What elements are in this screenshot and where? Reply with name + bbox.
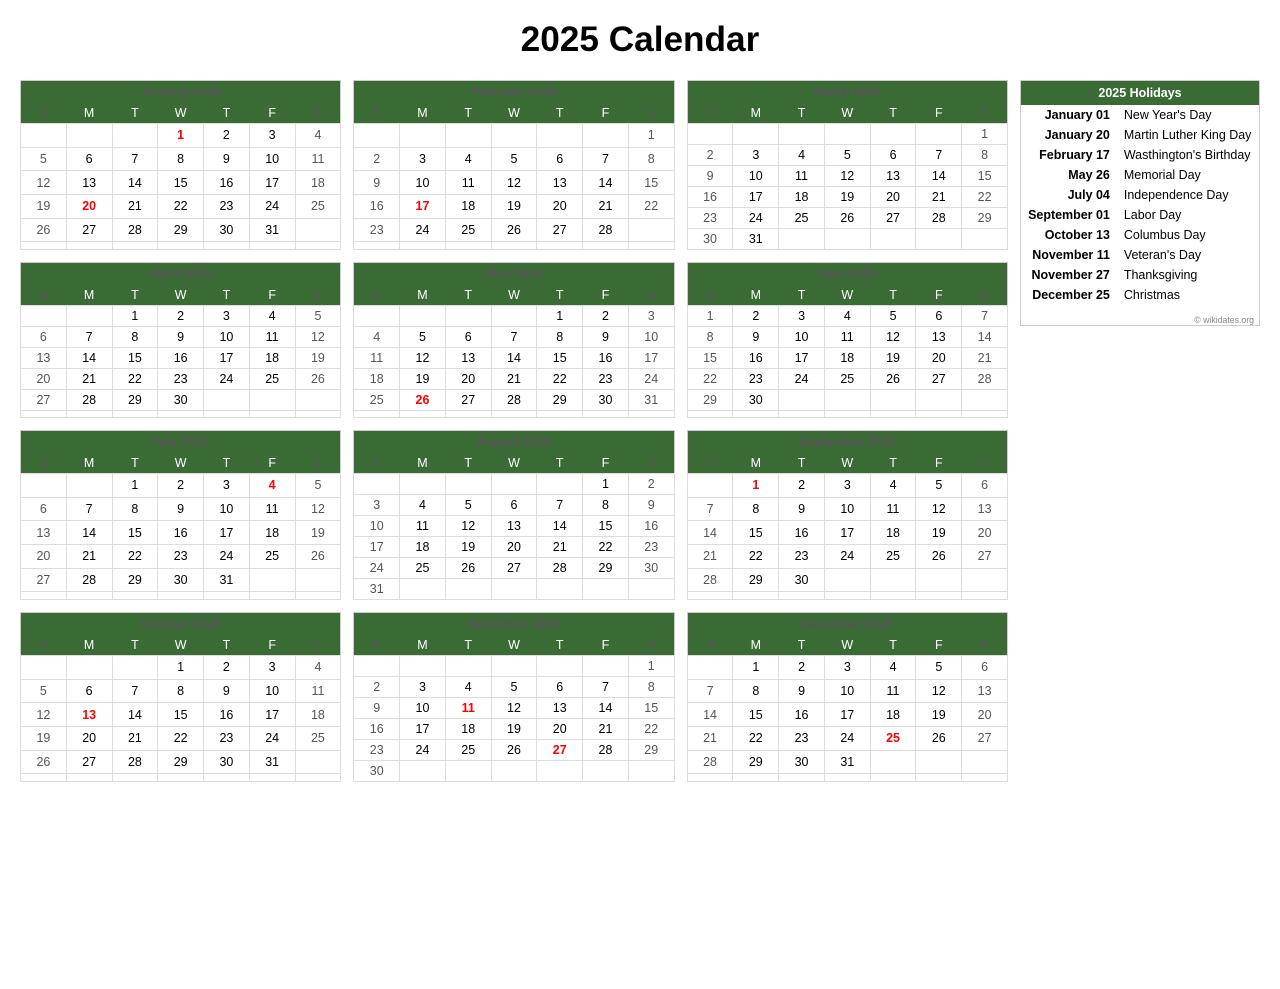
holiday-name: Independence Day (1118, 185, 1259, 205)
holiday-row: September 01Labor Day (1021, 205, 1259, 225)
september-calendar: September 2025 S M T W T F S 1 2 3 4 (687, 430, 1008, 600)
holiday-date: November 27 (1021, 265, 1118, 285)
holiday-row: July 04Independence Day (1021, 185, 1259, 205)
january-calendar: January 2025 S M T W T F S 1 2 (20, 80, 341, 250)
holiday-name: Labor Day (1118, 205, 1259, 225)
holiday-name: Columbus Day (1118, 225, 1259, 245)
page-title: 2025 Calendar (20, 20, 1260, 60)
may-calendar: May 2025 S M T W T F S 1 (353, 262, 674, 418)
holiday-date: January 20 (1021, 125, 1118, 145)
calendars-grid: January 2025 S M T W T F S 1 2 (20, 80, 1008, 782)
holidays-table: January 01New Year's DayJanuary 20Martin… (1021, 105, 1259, 305)
holiday-row: January 20Martin Luther King Day (1021, 125, 1259, 145)
holidays-header: 2025 Holidays (1021, 81, 1259, 105)
holiday-row: November 27Thanksgiving (1021, 265, 1259, 285)
holiday-name: Thanksgiving (1118, 265, 1259, 285)
holiday-date: February 17 (1021, 145, 1118, 165)
november-calendar: November 2025 S M T W T F S (353, 612, 674, 782)
december-calendar: December 2025 S M T W T F S 1 2 3 4 (687, 612, 1008, 782)
holidays-panel: 2025 Holidays January 01New Year's DayJa… (1020, 80, 1260, 326)
holiday-row: January 01New Year's Day (1021, 105, 1259, 125)
august-calendar: August 2025 S M T W T F S (353, 430, 674, 600)
january-header: January 2025 (21, 81, 341, 104)
holiday-row: December 25Christmas (1021, 285, 1259, 305)
holiday-date: May 26 (1021, 165, 1118, 185)
april-calendar: April 2025 S M T W T F S 1 2 3 (20, 262, 341, 418)
copyright: © wikidates.org (1021, 315, 1259, 325)
holiday-name: Christmas (1118, 285, 1259, 305)
february-calendar: February 2025 S M T W T F S (353, 80, 674, 250)
holiday-date: September 01 (1021, 205, 1118, 225)
main-layout: January 2025 S M T W T F S 1 2 (20, 80, 1260, 782)
holiday-name: Memorial Day (1118, 165, 1259, 185)
holiday-row: November 11Veteran's Day (1021, 245, 1259, 265)
holiday-name: Martin Luther King Day (1118, 125, 1259, 145)
holiday-name: Veteran's Day (1118, 245, 1259, 265)
march-calendar: March 2025 S M T W T F S (687, 80, 1008, 250)
holiday-row: February 17Wasthington's Birthday (1021, 145, 1259, 165)
october-calendar: October 2025 S M T W T F S 1 2 (20, 612, 341, 782)
june-calendar: June 2025 S M T W T F S 1 2 3 4 5 (687, 262, 1008, 418)
holiday-date: January 01 (1021, 105, 1118, 125)
holiday-date: October 13 (1021, 225, 1118, 245)
holiday-date: July 04 (1021, 185, 1118, 205)
holiday-row: October 13Columbus Day (1021, 225, 1259, 245)
holiday-date: December 25 (1021, 285, 1118, 305)
holiday-row: May 26Memorial Day (1021, 165, 1259, 185)
holiday-name: New Year's Day (1118, 105, 1259, 125)
july-calendar: July 2025 S M T W T F S 1 2 3 (20, 430, 341, 600)
holiday-date: November 11 (1021, 245, 1118, 265)
holiday-name: Wasthington's Birthday (1118, 145, 1259, 165)
